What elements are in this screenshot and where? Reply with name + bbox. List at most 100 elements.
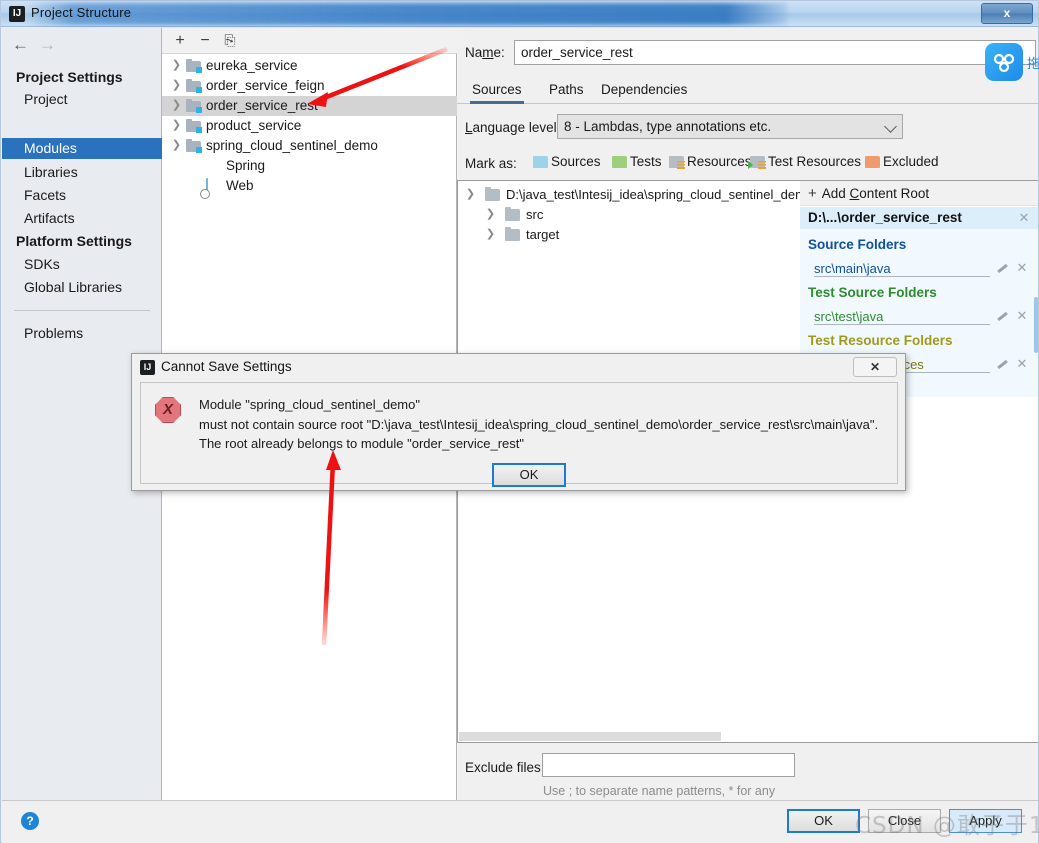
detail-tabs: Sources Paths Dependencies bbox=[457, 76, 1038, 104]
source-folders-title: Source Folders bbox=[808, 237, 907, 252]
mark-as-sources-label: Sources bbox=[551, 154, 601, 169]
chevron-right-icon[interactable]: ❯ bbox=[170, 99, 183, 112]
ok-button[interactable]: OK bbox=[787, 809, 860, 833]
module-folder-icon bbox=[186, 99, 202, 113]
chevron-down-icon[interactable]: ❯ bbox=[170, 139, 183, 152]
intellij-logo-icon: IJ bbox=[9, 6, 25, 22]
resources-folder-icon bbox=[669, 156, 685, 169]
tree-row[interactable]: ❯ src bbox=[458, 205, 800, 225]
remove-test-resource-folder-icon[interactable]: ✕ bbox=[1016, 357, 1028, 370]
roots-horizontal-scrollbar[interactable] bbox=[459, 732, 800, 741]
tree-row[interactable]: ❯ product_service bbox=[162, 116, 457, 136]
tab-dependencies[interactable]: Dependencies bbox=[599, 78, 689, 104]
chevron-right-icon[interactable]: ❯ bbox=[484, 208, 497, 221]
sidebar-item-artifacts[interactable]: Artifacts bbox=[24, 210, 75, 226]
mark-as-excluded-button[interactable]: Excluded bbox=[865, 154, 939, 174]
language-level-select[interactable]: 8 - Lambdas, type annotations etc. bbox=[557, 114, 903, 139]
tests-folder-icon bbox=[612, 156, 627, 168]
sidebar-divider bbox=[14, 310, 150, 311]
web-facet-icon bbox=[206, 178, 220, 197]
sidebar-item-problems[interactable]: Problems bbox=[24, 325, 83, 341]
add-content-root-button[interactable]: + Add Content Root bbox=[800, 181, 1038, 206]
edit-test-resource-folder-icon[interactable] bbox=[996, 358, 1008, 370]
cloud-share-glyph bbox=[993, 53, 1015, 73]
test-source-folder-path[interactable]: src\test\java bbox=[814, 309, 883, 324]
mark-as-sources-button[interactable]: Sources bbox=[533, 154, 601, 174]
back-arrow-icon[interactable]: ← bbox=[12, 35, 39, 54]
tree-row[interactable]: ❯ eureka_service bbox=[162, 56, 457, 76]
mark-as-excluded-label: Excluded bbox=[883, 154, 939, 169]
exclude-files-input[interactable] bbox=[542, 753, 795, 777]
add-module-button[interactable]: + bbox=[170, 31, 190, 51]
chevron-right-icon[interactable]: ❯ bbox=[170, 59, 183, 72]
sources-folder-icon bbox=[533, 156, 548, 168]
module-name-label: Name: bbox=[465, 45, 505, 60]
error-dialog-title: Cannot Save Settings bbox=[161, 359, 292, 374]
module-folder-icon bbox=[186, 59, 202, 73]
copy-module-button[interactable]: ⎘ bbox=[220, 31, 240, 51]
content-root-header[interactable]: D:\...\order_service_rest ✕ bbox=[800, 207, 1038, 229]
language-level-row: Language level: 8 - Lambdas, type annota… bbox=[457, 114, 1038, 140]
mark-as-row: Mark as: Sources Tests Resources Test Re… bbox=[457, 152, 1038, 176]
chevron-right-icon[interactable]: ❯ bbox=[484, 228, 497, 241]
chevron-down-icon[interactable]: ❯ bbox=[464, 188, 477, 201]
source-folder-underline bbox=[814, 276, 990, 277]
remove-source-folder-icon[interactable]: ✕ bbox=[1016, 261, 1028, 274]
source-folder-path[interactable]: src\main\java bbox=[814, 261, 891, 276]
sidebar-item-facets[interactable]: Facets bbox=[24, 187, 66, 203]
window-close-button[interactable]: x bbox=[981, 3, 1033, 24]
add-content-root-label: Add Content Root bbox=[821, 186, 930, 201]
test-resources-folder-icon bbox=[748, 156, 766, 169]
remove-content-root-icon[interactable]: ✕ bbox=[1018, 211, 1030, 224]
content-root-path-label: D:\...\order_service_rest bbox=[808, 210, 962, 225]
sidebar-item-global-libraries[interactable]: Global Libraries bbox=[24, 279, 122, 295]
mark-as-test-resources-button[interactable]: Test Resources bbox=[748, 154, 861, 174]
sidebar-vertical-scrollbar[interactable] bbox=[1034, 297, 1038, 353]
sidebar-item-libraries[interactable]: Libraries bbox=[24, 164, 78, 180]
test-source-folder-underline bbox=[814, 324, 990, 325]
folder-icon bbox=[485, 187, 500, 201]
excluded-folder-icon bbox=[865, 156, 880, 168]
sidebar-item-sdks[interactable]: SDKs bbox=[24, 256, 60, 272]
error-dialog-ok-button[interactable]: OK bbox=[492, 463, 566, 487]
edit-test-source-folder-icon[interactable] bbox=[996, 310, 1008, 322]
tree-row[interactable]: ❯ spring_cloud_sentinel_demo bbox=[162, 136, 457, 156]
module-label: order_service_feign bbox=[206, 78, 325, 93]
error-dialog-close-button[interactable]: ✕ bbox=[853, 357, 897, 377]
screenshot-root: IJ Project Structure x ←→ Project Settin… bbox=[0, 0, 1039, 843]
sidebar-item-project[interactable]: Project bbox=[24, 91, 68, 107]
forward-arrow-icon[interactable]: → bbox=[39, 35, 66, 54]
tab-sources[interactable]: Sources bbox=[470, 78, 524, 104]
chevron-down-icon[interactable] bbox=[884, 120, 897, 133]
tree-row[interactable]: Web bbox=[162, 176, 457, 197]
window-title: Project Structure bbox=[31, 5, 132, 20]
tab-paths[interactable]: Paths bbox=[547, 78, 586, 104]
sidebar-item-modules[interactable]: Modules bbox=[24, 140, 77, 156]
mark-as-tests-button[interactable]: Tests bbox=[612, 154, 662, 174]
tree-row-selected[interactable]: ❯ order_service_rest bbox=[162, 96, 457, 116]
tree-row[interactable]: ❯ order_service_feign bbox=[162, 76, 457, 96]
module-folder-icon bbox=[186, 139, 202, 153]
module-name-input[interactable]: order_service_rest bbox=[514, 40, 1036, 65]
folder-label: target bbox=[526, 227, 560, 242]
chevron-right-icon[interactable]: ❯ bbox=[170, 119, 183, 132]
help-button[interactable]: ? bbox=[21, 812, 39, 830]
tree-row[interactable]: ❯ target bbox=[458, 225, 800, 245]
dialog-bottom-bar: ? OK Close Apply bbox=[2, 800, 1038, 843]
scrollbar-thumb[interactable] bbox=[459, 732, 721, 741]
remove-test-source-folder-icon[interactable]: ✕ bbox=[1016, 309, 1028, 322]
test-resource-folders-title: Test Resource Folders bbox=[808, 333, 953, 348]
chevron-right-icon[interactable]: ❯ bbox=[170, 79, 183, 92]
close-button[interactable]: Close bbox=[868, 809, 941, 833]
tree-row[interactable]: ❯ D:\java_test\Intesij_idea\spring_cloud… bbox=[458, 185, 800, 205]
apply-button[interactable]: Apply bbox=[949, 809, 1022, 833]
folder-icon bbox=[505, 227, 520, 241]
remove-module-button[interactable]: − bbox=[195, 31, 215, 51]
language-level-value: 8 - Lambdas, type annotations etc. bbox=[564, 119, 772, 134]
sidebar-nav-arrows: ←→ bbox=[12, 35, 66, 55]
cloud-share-icon[interactable] bbox=[985, 43, 1023, 81]
tree-row[interactable]: Spring bbox=[162, 156, 457, 176]
exclude-files-label: Exclude files: bbox=[465, 760, 545, 775]
edit-source-folder-icon[interactable] bbox=[996, 262, 1008, 274]
mark-as-resources-button[interactable]: Resources bbox=[669, 154, 752, 174]
